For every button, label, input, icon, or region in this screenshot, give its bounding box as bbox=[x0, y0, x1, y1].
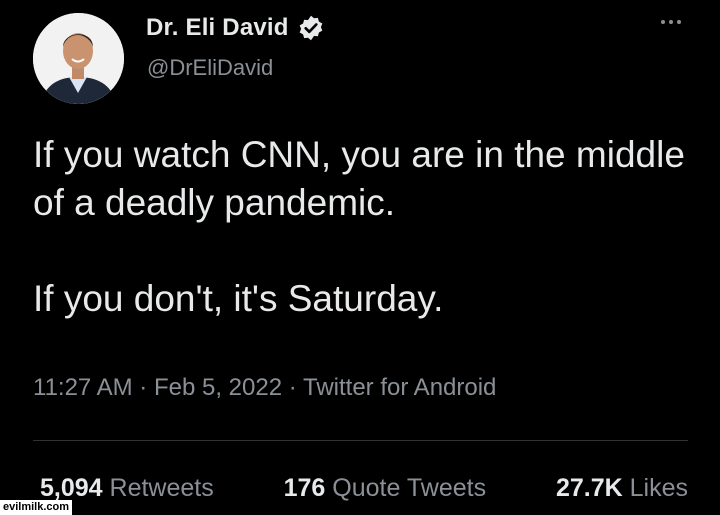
watermark: evilmilk.com bbox=[0, 500, 73, 515]
meta-separator: · bbox=[139, 374, 148, 401]
verified-badge-icon bbox=[297, 14, 325, 42]
avatar[interactable] bbox=[33, 13, 124, 104]
more-dot bbox=[669, 20, 673, 24]
divider bbox=[33, 440, 688, 441]
likes-stat[interactable]: 27.7K Likes bbox=[556, 474, 688, 508]
retweets-label: Retweets bbox=[109, 474, 214, 502]
quote-tweets-label: Quote Tweets bbox=[332, 474, 487, 502]
profile-photo-image bbox=[33, 13, 124, 104]
likes-label: Likes bbox=[629, 474, 688, 502]
more-dot bbox=[661, 20, 665, 24]
more-dot bbox=[677, 20, 681, 24]
author-name-row: Dr. Eli David bbox=[146, 14, 325, 42]
retweets-count: 5,094 bbox=[40, 474, 103, 502]
more-options-icon[interactable] bbox=[654, 12, 688, 32]
likes-count: 27.7K bbox=[555, 474, 623, 502]
tweet-stats: 5,094 Retweets 176 Quote Tweets 27.7K Li… bbox=[40, 474, 688, 508]
tweet-time[interactable]: 11:27 AM bbox=[33, 374, 133, 401]
tweet-metadata: 11:27 AM · Feb 5, 2022 · Twitter for And… bbox=[33, 374, 496, 402]
author-handle[interactable]: @DrEliDavid bbox=[147, 55, 273, 81]
tweet-text: If you watch CNN, you are in the middle … bbox=[33, 134, 685, 319]
author-name[interactable]: Dr. Eli David bbox=[146, 14, 289, 42]
tweet-date[interactable]: Feb 5, 2022 bbox=[154, 374, 282, 401]
quote-tweets-stat[interactable]: 176 Quote Tweets bbox=[284, 474, 486, 508]
meta-separator: · bbox=[288, 374, 297, 401]
tweet-source[interactable]: Twitter for Android bbox=[303, 374, 496, 401]
quote-tweets-count: 176 bbox=[283, 474, 326, 502]
